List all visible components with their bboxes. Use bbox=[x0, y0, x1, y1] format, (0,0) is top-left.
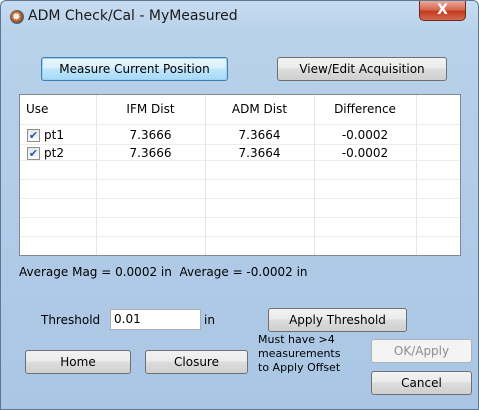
app-icon bbox=[10, 10, 24, 24]
threshold-label: Threshold bbox=[41, 313, 101, 327]
ok-apply-button[interactable]: OK/Apply bbox=[371, 339, 472, 363]
grid-row-divider bbox=[20, 198, 460, 199]
grid-column-divider bbox=[205, 95, 206, 255]
grid-row-divider bbox=[20, 160, 460, 161]
use-checkbox[interactable]: ✔ bbox=[27, 147, 40, 160]
close-icon: X bbox=[437, 2, 448, 18]
measure-current-position-button[interactable]: Measure Current Position bbox=[41, 57, 228, 81]
row-ifm-dist: 7.3666 bbox=[129, 128, 172, 142]
grid-row-divider bbox=[20, 217, 460, 218]
title-bar[interactable]: ADM Check/Cal - MyMeasured X bbox=[1, 1, 478, 31]
row-difference: -0.0002 bbox=[341, 128, 389, 142]
row-difference: -0.0002 bbox=[341, 146, 389, 160]
threshold-input[interactable]: 0.01 bbox=[110, 309, 201, 330]
row-adm-dist: 7.3664 bbox=[238, 128, 281, 142]
cancel-button[interactable]: Cancel bbox=[371, 371, 472, 395]
average-summary: Average Mag = 0.0002 in Average = -0.000… bbox=[19, 265, 308, 279]
grid-column-divider bbox=[314, 95, 315, 255]
note-line: Must have >4 bbox=[258, 333, 335, 346]
grid-row-divider bbox=[20, 144, 460, 145]
grid-column-divider bbox=[96, 95, 97, 255]
threshold-unit: in bbox=[204, 313, 215, 327]
grid-row-divider bbox=[20, 124, 460, 125]
home-button[interactable]: Home bbox=[25, 350, 131, 374]
grid-column-divider bbox=[416, 95, 417, 255]
use-checkbox[interactable]: ✔ bbox=[27, 129, 40, 142]
column-header-use[interactable]: Use bbox=[26, 102, 66, 116]
close-button[interactable]: X bbox=[419, 1, 466, 21]
grid-row-divider bbox=[20, 236, 460, 237]
column-header-difference[interactable]: Difference bbox=[314, 102, 416, 116]
note-line: measurements bbox=[258, 347, 341, 360]
note-line: to Apply Offset bbox=[258, 361, 341, 374]
measurement-grid[interactable]: Use IFM Dist ADM Dist Difference ✔ pt1 7… bbox=[19, 94, 461, 256]
column-header-ifm-dist[interactable]: IFM Dist bbox=[96, 102, 205, 116]
apply-offset-note: Must have >4 measurements to Apply Offse… bbox=[258, 333, 340, 375]
row-adm-dist: 7.3664 bbox=[238, 146, 281, 160]
row-ifm-dist: 7.3666 bbox=[129, 146, 172, 160]
apply-threshold-button[interactable]: Apply Threshold bbox=[268, 308, 407, 332]
row-use-label: pt2 bbox=[44, 146, 64, 160]
column-header-adm-dist[interactable]: ADM Dist bbox=[205, 102, 314, 116]
window-title: ADM Check/Cal - MyMeasured bbox=[28, 8, 238, 24]
row-use-label: pt1 bbox=[44, 128, 64, 142]
grid-row-divider bbox=[20, 179, 460, 180]
view-edit-acquisition-button[interactable]: View/Edit Acquisition bbox=[277, 57, 447, 81]
closure-button[interactable]: Closure bbox=[145, 350, 248, 374]
